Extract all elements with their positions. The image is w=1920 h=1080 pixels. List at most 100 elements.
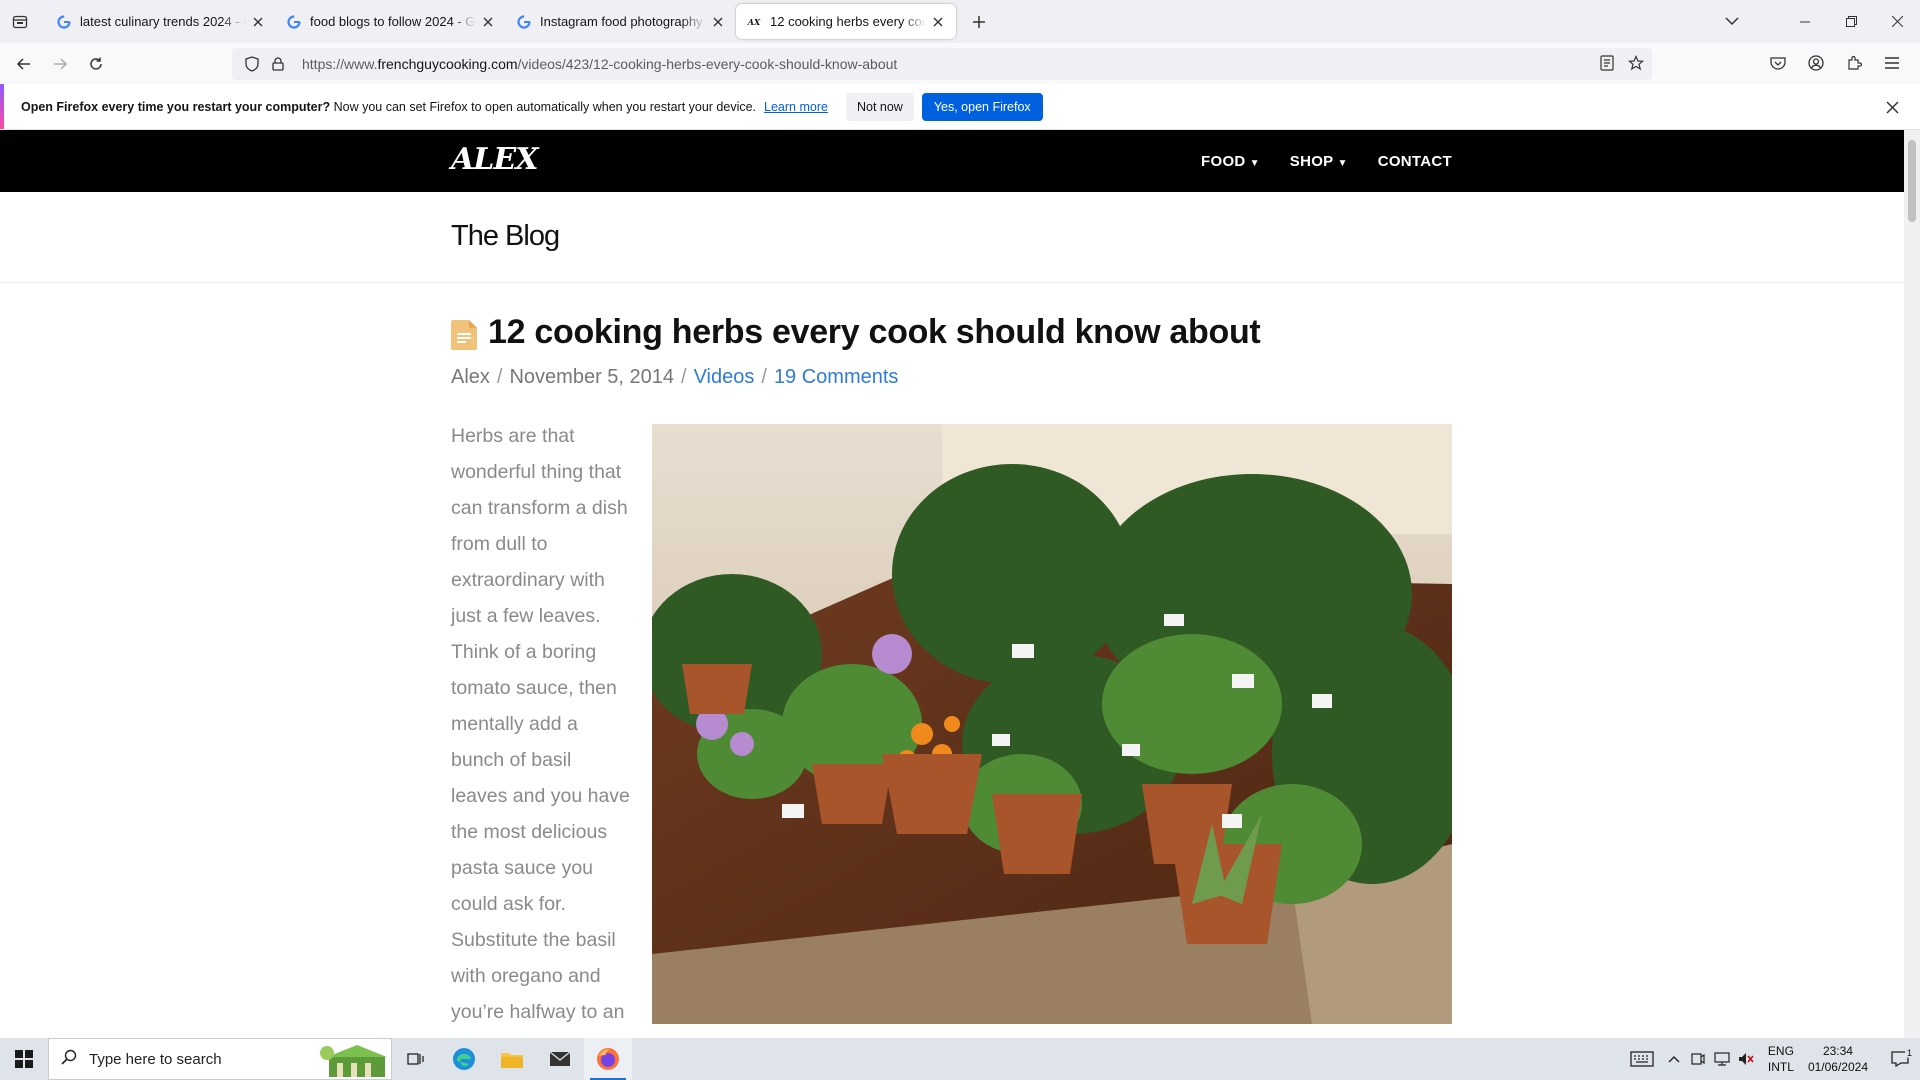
url-prefix: https://www. xyxy=(302,56,378,72)
restore-icon[interactable] xyxy=(1828,0,1874,43)
page-viewport: ALEX FOOD ▼ SHOP ▼ CONTACT The Blog 12 coo… xyxy=(0,130,1920,1038)
reload-icon[interactable] xyxy=(78,48,114,80)
firefox-view-icon[interactable] xyxy=(0,0,40,43)
google-g-icon xyxy=(516,14,532,30)
notification-count-badge: 1 xyxy=(1904,1048,1914,1058)
close-icon[interactable] xyxy=(1882,97,1902,117)
nav-food-label: FOOD xyxy=(1201,152,1246,170)
lock-icon[interactable] xyxy=(268,54,288,74)
back-icon[interactable] xyxy=(6,48,42,80)
page-title: The Blog xyxy=(451,220,560,252)
scrollbar-thumb[interactable] xyxy=(1908,140,1916,222)
navigation-toolbar: https://www.frenchguycooking.com/videos/… xyxy=(0,43,1920,84)
system-tray: ENG INTL 23:34 01/06/2024 1 xyxy=(1622,1038,1920,1080)
task-view-icon[interactable] xyxy=(392,1038,440,1080)
post-body: Herbs are that wonderful thing that can … xyxy=(451,425,630,1023)
post-meta: Alex / November 5, 2014 / Videos / 19 Comments xyxy=(451,366,898,389)
tab-instagram-tips[interactable]: Instagram food photography tips - Google… xyxy=(506,4,736,39)
url-text: https://www.frenchguycooking.com/videos/… xyxy=(302,56,897,72)
chevron-down-icon: ▼ xyxy=(1249,157,1260,169)
not-now-button[interactable]: Not now xyxy=(845,92,914,121)
close-tab-icon[interactable] xyxy=(710,14,726,30)
language-code: ENG xyxy=(1767,1044,1794,1058)
keyboard-layout: INTL xyxy=(1767,1060,1794,1074)
volume-muted-icon[interactable] xyxy=(1734,1052,1758,1066)
divider xyxy=(0,282,1904,283)
tab-title: latest culinary trends 2024 - Google Sea… xyxy=(80,14,246,29)
search-placeholder: Type here to search xyxy=(89,1050,222,1068)
tab-title: 12 cooking herbs every cook should know … xyxy=(770,14,926,29)
site-header: ALEX FOOD ▼ SHOP ▼ CONTACT xyxy=(0,130,1904,192)
herb-garden-photo xyxy=(652,424,1452,1024)
nav-contact[interactable]: CONTACT xyxy=(1378,153,1452,170)
nav-food[interactable]: FOOD ▼ xyxy=(1201,153,1260,170)
post-author[interactable]: Alex xyxy=(451,366,490,388)
bookmark-star-icon[interactable] xyxy=(1627,54,1645,74)
yes-open-firefox-button[interactable]: Yes, open Firefox xyxy=(921,92,1043,121)
chevron-up-icon[interactable] xyxy=(1662,1055,1686,1063)
mail-icon[interactable] xyxy=(536,1038,584,1080)
document-icon xyxy=(451,320,477,350)
comments-link[interactable]: 19 Comments xyxy=(774,366,899,388)
post-title: 12 cooking herbs every cook should know … xyxy=(488,313,1261,351)
windows-taskbar: Type here to search ENG INTL 23:34 01/06… xyxy=(0,1038,1920,1080)
edge-icon[interactable] xyxy=(440,1038,488,1080)
search-highlight-illustration-icon xyxy=(320,1045,387,1077)
notification-heading: Open Firefox every time you restart your… xyxy=(21,99,331,114)
keyboard-icon[interactable] xyxy=(1622,1051,1662,1067)
tab-culinary-trends[interactable]: latest culinary trends 2024 - Google Sea… xyxy=(46,4,276,39)
tab-strip: latest culinary trends 2024 - Google Sea… xyxy=(0,0,1920,43)
list-all-tabs-icon[interactable] xyxy=(1712,0,1752,43)
new-tab-button[interactable] xyxy=(962,5,996,39)
nav-shop-label: SHOP xyxy=(1289,152,1334,170)
pocket-icon[interactable] xyxy=(1760,47,1796,79)
chevron-down-icon: ▼ xyxy=(1337,157,1348,169)
firefox-icon[interactable] xyxy=(584,1038,632,1080)
close-tab-icon[interactable] xyxy=(480,14,496,30)
post-date: November 5, 2014 xyxy=(509,366,675,388)
learn-more-link[interactable]: Learn more xyxy=(764,100,828,114)
file-explorer-icon[interactable] xyxy=(488,1038,536,1080)
toolbar-right xyxy=(1760,47,1910,79)
vertical-scrollbar[interactable] xyxy=(1904,130,1920,1038)
network-icon[interactable] xyxy=(1710,1052,1734,1066)
clock-date: 01/06/2024 xyxy=(1807,1060,1868,1074)
url-domain: frenchguycooking.com xyxy=(377,56,518,72)
meta-separator: / xyxy=(681,366,687,388)
category-link[interactable]: Videos xyxy=(694,366,755,388)
default-browser-notification: Open Firefox every time you restart your… xyxy=(0,84,1920,130)
close-tab-icon[interactable] xyxy=(930,14,946,30)
menu-hamburger-icon[interactable] xyxy=(1874,47,1910,79)
account-icon[interactable] xyxy=(1798,47,1834,79)
google-g-icon xyxy=(56,14,72,30)
tab-title: Instagram food photography tips - Google… xyxy=(540,14,706,29)
close-tab-icon[interactable] xyxy=(250,14,266,30)
tab-cooking-herbs[interactable]: AX 12 cooking herbs every cook should kn… xyxy=(736,4,956,39)
language-indicator[interactable]: ENG INTL xyxy=(1768,1043,1794,1075)
nav-shop[interactable]: SHOP ▼ xyxy=(1290,153,1348,170)
clock-time: 23:34 xyxy=(1822,1044,1853,1058)
taskbar-search-box[interactable]: Type here to search xyxy=(48,1038,392,1080)
address-bar[interactable]: https://www.frenchguycooking.com/videos/… xyxy=(232,48,1652,80)
alex-logo-icon: AX xyxy=(747,16,761,27)
forward-icon[interactable] xyxy=(42,48,78,80)
tab-food-blogs[interactable]: food blogs to follow 2024 - Google Searc… xyxy=(276,4,506,39)
notification-center-icon[interactable]: 1 xyxy=(1880,1048,1920,1067)
tracking-protection-shield-icon[interactable] xyxy=(242,54,262,74)
reader-view-icon[interactable] xyxy=(1600,54,1614,74)
site-logo[interactable]: ALEX xyxy=(451,142,539,177)
main-nav: FOOD ▼ SHOP ▼ CONTACT xyxy=(1201,130,1452,192)
clock[interactable]: 23:34 01/06/2024 xyxy=(1808,1043,1868,1075)
meeting-icon[interactable] xyxy=(1686,1052,1710,1066)
url-path: /videos/423/12-cooking-herbs-every-cook-… xyxy=(517,56,898,72)
search-icon xyxy=(61,1049,77,1069)
window-controls xyxy=(1782,0,1920,43)
minimize-icon[interactable] xyxy=(1782,0,1828,43)
google-g-icon xyxy=(286,14,302,30)
close-window-icon[interactable] xyxy=(1874,0,1920,43)
notification-text: Now you can set Firefox to open automati… xyxy=(330,99,757,114)
meta-separator: / xyxy=(496,366,503,388)
extensions-icon[interactable] xyxy=(1836,47,1872,79)
tab-title: food blogs to follow 2024 - Google Searc… xyxy=(310,14,476,29)
windows-start-icon[interactable] xyxy=(0,1038,48,1080)
